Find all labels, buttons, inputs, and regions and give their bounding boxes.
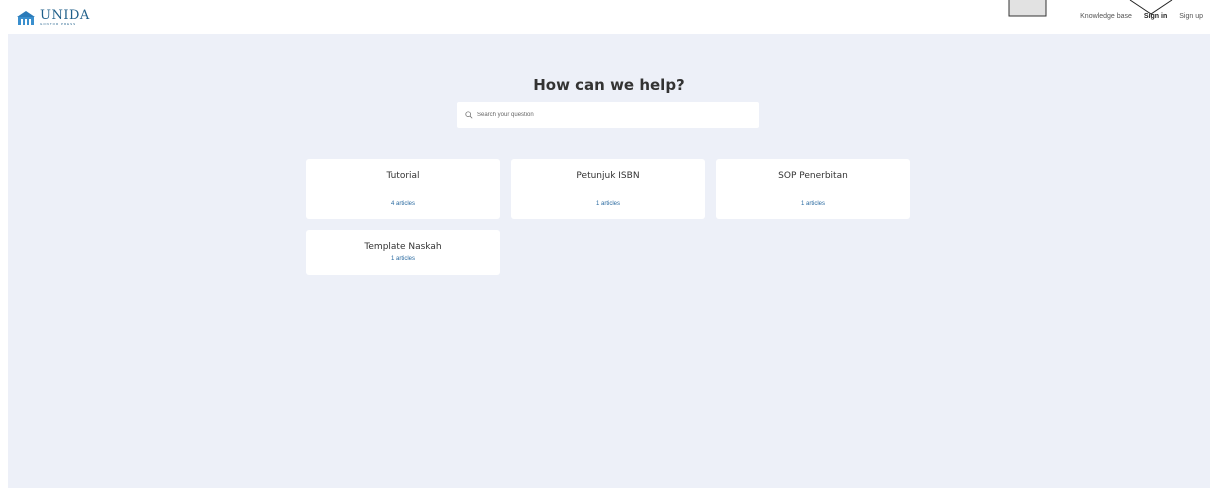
category-name: SOP Penerbitan: [778, 171, 848, 181]
search-box[interactable]: [457, 102, 759, 128]
category-article-count[interactable]: 1 articles: [306, 256, 500, 262]
category-card-sop-penerbitan[interactable]: SOP Penerbitan 1 articles: [716, 159, 910, 219]
top-bar: UNIDA GONTOR PRESS Knowledge base Sign i…: [0, 0, 1214, 36]
search-input[interactable]: [477, 112, 747, 118]
logo-name: UNIDA: [40, 8, 90, 23]
site-logo[interactable]: UNIDA GONTOR PRESS: [16, 9, 90, 26]
top-nav: Knowledge base Sign in Sign up: [1068, 13, 1203, 20]
right-edge-strip: [1210, 34, 1214, 488]
page-title: How can we help?: [533, 76, 685, 94]
logo-subtitle: GONTOR PRESS: [40, 22, 77, 26]
nav-sign-in[interactable]: Sign in: [1144, 13, 1167, 20]
category-article-count[interactable]: 1 articles: [511, 201, 705, 207]
nav-sign-up[interactable]: Sign up: [1179, 13, 1203, 20]
mosque-logo-icon: [17, 10, 35, 25]
category-name: Tutorial: [386, 171, 420, 181]
category-article-count[interactable]: 4 articles: [306, 201, 500, 207]
search-icon: [465, 111, 473, 119]
category-name: Template Naskah: [364, 242, 442, 252]
category-article-count[interactable]: 1 articles: [716, 201, 910, 207]
category-name: Petunjuk ISBN: [576, 171, 640, 181]
category-card-template-naskah[interactable]: Template Naskah 1 articles: [306, 230, 500, 275]
category-card-tutorial[interactable]: Tutorial 4 articles: [306, 159, 500, 219]
category-card-petunjuk-isbn[interactable]: Petunjuk ISBN 1 articles: [511, 159, 705, 219]
main-content: How can we help? Tutorial 4 articles Pet…: [8, 34, 1210, 488]
nav-knowledge-base[interactable]: Knowledge base: [1080, 13, 1132, 20]
